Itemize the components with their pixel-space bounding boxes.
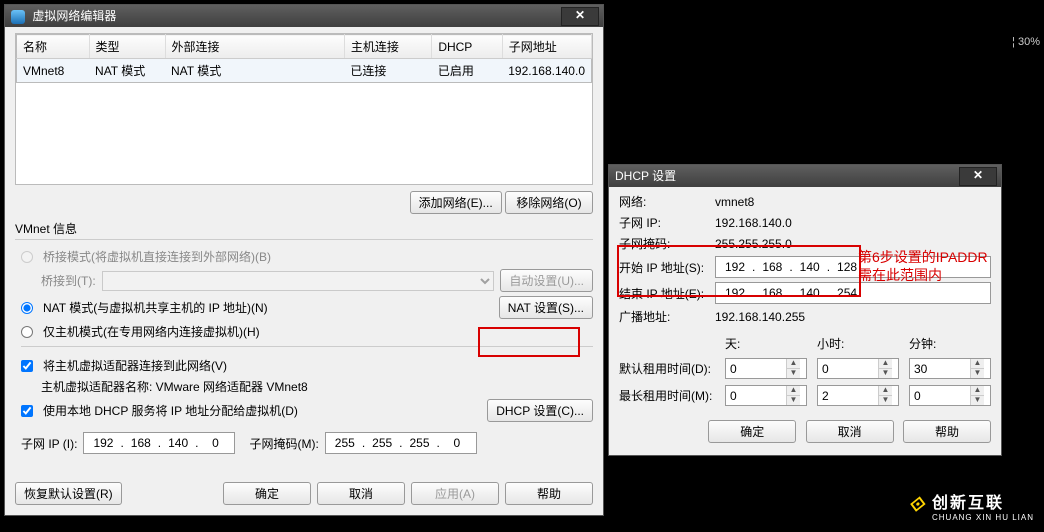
cancel-button[interactable]: 取消	[317, 482, 405, 505]
remove-network-button[interactable]: 移除网络(O)	[505, 191, 593, 214]
dhcp-titlebar: DHCP 设置 ✕	[609, 165, 1001, 187]
dhcp-close-button[interactable]: ✕	[959, 167, 997, 186]
usedhcp-label: 使用本地 DHCP 服务将 IP 地址分配给虚拟机(D)	[43, 402, 481, 419]
cell-host: 已连接	[344, 59, 431, 83]
nat-label: NAT 模式(与虚拟机共享主机的 IP 地址)(N)	[43, 299, 493, 316]
auto-set-button: 自动设置(U)...	[500, 269, 593, 292]
dhcp-settings-dialog: DHCP 设置 ✕ 网络: vmnet8 子网 IP: 192.168.140.…	[608, 164, 1002, 456]
help-button[interactable]: 帮助	[505, 482, 593, 505]
background-text: ¦ 30%	[1012, 36, 1040, 48]
def-hours-spin[interactable]: ▲▼	[817, 358, 899, 379]
annotation-text: 第6步设置的IPADDR 需在此范围内	[858, 248, 988, 284]
bcast-value: 192.168.140.255	[715, 310, 991, 324]
hostadapter-label: 将主机虚拟适配器连接到此网络(V)	[43, 357, 227, 374]
subnetip-label: 子网 IP (I):	[21, 435, 77, 452]
ip-d[interactable]	[200, 435, 230, 451]
dhcp-help-button[interactable]: 帮助	[903, 420, 991, 443]
max-lease-label: 最长租用时间(M):	[619, 387, 715, 404]
logo-icon: ⟐	[908, 494, 924, 517]
subip-value: 192.168.140.0	[715, 216, 991, 230]
def-days[interactable]	[726, 360, 786, 378]
net-label: 网络:	[619, 193, 715, 210]
usedhcp-checkbox[interactable]	[21, 405, 33, 417]
dhcp-cancel-button[interactable]: 取消	[806, 420, 894, 443]
col-name[interactable]: 名称	[17, 35, 90, 59]
bridge-select	[102, 271, 495, 291]
col-ext[interactable]: 外部连接	[165, 35, 344, 59]
logo-en: CHUANG XIN HU LIAN	[932, 513, 1034, 522]
col-dhcp[interactable]: DHCP	[432, 35, 502, 59]
network-table[interactable]: 名称 类型 外部连接 主机连接 DHCP 子网地址 VMnet8 NAT 模式 …	[16, 34, 592, 83]
subnetmask-label: 子网掩码(M):	[249, 435, 318, 452]
bcast-label: 广播地址:	[619, 308, 715, 325]
cell-subnet: 192.168.140.0	[502, 59, 591, 83]
dhcp-title-text: DHCP 设置	[615, 169, 676, 183]
logo-cn: 创新互联	[932, 489, 1034, 513]
max-hours-spin[interactable]: ▲▼	[817, 385, 899, 406]
restore-defaults-button[interactable]: 恢复默认设置(R)	[15, 482, 122, 505]
mask-b[interactable]	[367, 435, 397, 451]
cell-name: VMnet8	[17, 59, 90, 83]
add-network-button[interactable]: 添加网络(E)...	[410, 191, 502, 214]
titlebar: 虚拟网络编辑器 ✕	[5, 5, 603, 27]
max-days[interactable]	[726, 387, 786, 405]
logo: ⟐ 创新互联 CHUANG XIN HU LIAN	[908, 489, 1034, 522]
subnet-mask-input[interactable]: . . .	[325, 432, 477, 454]
bridge-label: 桥接模式(将虚拟机直接连接到外部网络)(B)	[43, 248, 271, 265]
hostonly-label: 仅主机模式(在专用网络内连接虚拟机)(H)	[43, 323, 260, 340]
col-subnet[interactable]: 子网地址	[502, 35, 591, 59]
adapter-name-text: 主机虚拟适配器名称: VMware 网络适配器 VMnet8	[41, 378, 308, 395]
subip-label: 子网 IP:	[619, 214, 715, 231]
vmnet-info-label: VMnet 信息	[15, 220, 593, 237]
table-row[interactable]: VMnet8 NAT 模式 NAT 模式 已连接 已启用 192.168.140…	[17, 59, 592, 83]
col-type[interactable]: 类型	[89, 35, 165, 59]
def-min[interactable]	[910, 360, 970, 378]
cell-dhcp: 已启用	[432, 59, 502, 83]
ip-b[interactable]	[126, 435, 156, 451]
title-text: 虚拟网络编辑器	[32, 9, 116, 23]
def-hours[interactable]	[818, 360, 878, 378]
cell-type: NAT 模式	[89, 59, 165, 83]
bridgeto-label: 桥接到(T):	[41, 272, 96, 289]
max-min[interactable]	[910, 387, 970, 405]
network-table-wrap: 名称 类型 外部连接 主机连接 DHCP 子网地址 VMnet8 NAT 模式 …	[15, 33, 593, 185]
def-days-spin[interactable]: ▲▼	[725, 358, 807, 379]
nat-radio[interactable]	[21, 302, 33, 314]
dhcp-ok-button[interactable]: 确定	[708, 420, 796, 443]
bridge-radio	[21, 251, 33, 263]
mask-c[interactable]	[405, 435, 435, 451]
nat-settings-button[interactable]: NAT 设置(S)...	[499, 296, 593, 319]
max-min-spin[interactable]: ▲▼	[909, 385, 991, 406]
app-icon	[11, 10, 25, 24]
highlight-ip-range	[617, 245, 861, 297]
ok-button[interactable]: 确定	[223, 482, 311, 505]
def-lease-label: 默认租用时间(D):	[619, 360, 715, 377]
ip-a[interactable]	[88, 435, 118, 451]
min-header: 分钟:	[909, 335, 991, 352]
days-header: 天:	[725, 335, 807, 352]
mask-a[interactable]	[330, 435, 360, 451]
ip-c[interactable]	[163, 435, 193, 451]
mask-d[interactable]	[442, 435, 472, 451]
cell-ext: NAT 模式	[165, 59, 344, 83]
max-days-spin[interactable]: ▲▼	[725, 385, 807, 406]
net-value: vmnet8	[715, 195, 991, 209]
def-min-spin[interactable]: ▲▼	[909, 358, 991, 379]
hostadapter-checkbox[interactable]	[21, 360, 33, 372]
highlight-nat-button	[478, 327, 580, 357]
close-button[interactable]: ✕	[561, 7, 599, 26]
apply-button: 应用(A)	[411, 482, 499, 505]
hostonly-radio[interactable]	[21, 326, 33, 338]
max-hours[interactable]	[818, 387, 878, 405]
hours-header: 小时:	[817, 335, 899, 352]
subnet-ip-input[interactable]: . . .	[83, 432, 235, 454]
virtual-network-editor-dialog: 虚拟网络编辑器 ✕ 名称 类型 外部连接 主机连接 DHCP 子网地址 VMne…	[4, 4, 604, 516]
col-host[interactable]: 主机连接	[344, 35, 431, 59]
dhcp-settings-button[interactable]: DHCP 设置(C)...	[487, 399, 593, 422]
